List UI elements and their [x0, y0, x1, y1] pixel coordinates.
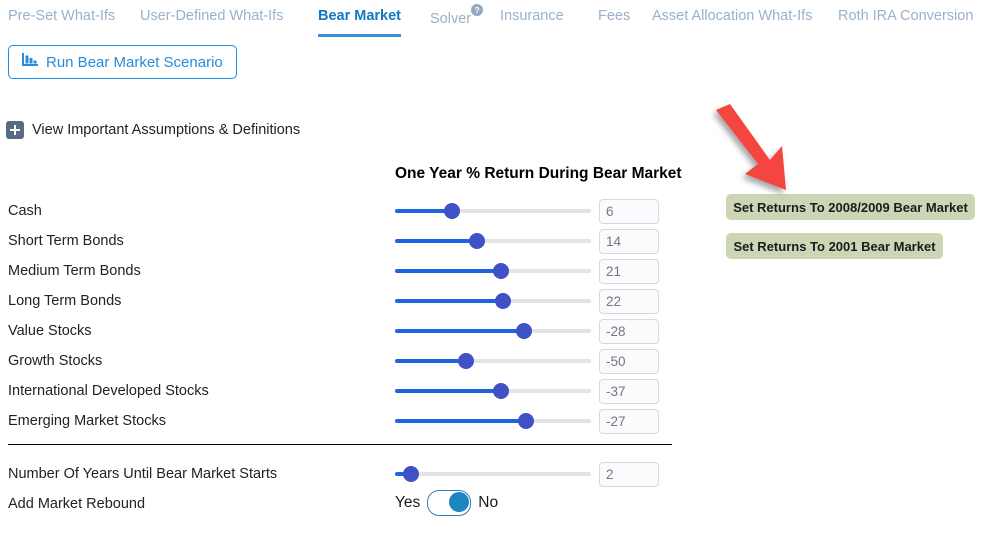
return-slider[interactable]: [395, 350, 591, 372]
add-market-rebound-label: Add Market Rebound: [8, 496, 146, 512]
years-until-bear-market-label: Number Of Years Until Bear Market Starts: [8, 466, 278, 482]
bar-chart-declining-icon: [22, 52, 39, 72]
tab-label: Roth IRA Conversion: [838, 8, 974, 24]
slider-fill: [395, 419, 527, 423]
tab-label: Solver: [430, 10, 472, 27]
section-title: One Year % Return During Bear Market: [395, 165, 682, 182]
asset-class-label: Long Term Bonds: [8, 293, 122, 309]
slider-fill: [395, 239, 478, 243]
active-tab-underline: [318, 34, 402, 37]
tab-label: Insurance: [500, 8, 564, 24]
tab-pre-set-what-ifs[interactable]: Pre-Set What-Ifs: [8, 8, 115, 31]
return-value-input[interactable]: [599, 258, 659, 284]
slider-fill: [395, 269, 501, 273]
slider-thumb[interactable]: [469, 233, 486, 249]
asset-class-label: Short Term Bonds: [8, 233, 124, 249]
return-slider[interactable]: [395, 260, 591, 282]
toggle-knob: [449, 492, 470, 512]
asset-class-label: International Developed Stocks: [8, 383, 209, 399]
help-icon[interactable]: ?: [471, 4, 484, 16]
toggle-no-label: No: [478, 494, 499, 511]
table-row: Value Stocks: [0, 316, 680, 346]
return-slider[interactable]: [395, 410, 591, 432]
slider-thumb[interactable]: [402, 466, 419, 482]
return-slider[interactable]: [395, 230, 591, 252]
table-row: International Developed Stocks: [0, 376, 680, 406]
tab-label: Bear Market: [318, 8, 402, 24]
run-bear-market-scenario-button[interactable]: Run Bear Market Scenario: [8, 45, 237, 79]
return-slider[interactable]: [395, 290, 591, 312]
add-market-rebound-toggle-group: Yes No: [395, 490, 498, 516]
return-slider[interactable]: [395, 200, 591, 222]
slider-fill: [395, 329, 525, 333]
asset-class-label: Value Stocks: [8, 323, 92, 339]
slider-fill: [395, 389, 501, 393]
tab-label: Pre-Set What-Ifs: [8, 8, 116, 24]
slider-thumb[interactable]: [457, 353, 474, 369]
slider-thumb[interactable]: [518, 413, 535, 429]
tab-fees[interactable]: Fees: [598, 8, 630, 31]
asset-class-label: Medium Term Bonds: [8, 263, 141, 279]
table-row: Growth Stocks: [0, 346, 680, 376]
tab-solver[interactable]: Solver?: [430, 4, 484, 34]
slider-thumb[interactable]: [516, 323, 533, 339]
return-value-input[interactable]: [599, 318, 659, 344]
asset-class-label: Growth Stocks: [8, 353, 103, 369]
tab-user-defined-what-ifs[interactable]: User-Defined What-Ifs: [140, 8, 283, 31]
return-value-input[interactable]: [599, 288, 659, 314]
slider-track: [395, 472, 591, 476]
red-arrow-annotation-icon: [700, 100, 810, 200]
add-market-rebound-toggle[interactable]: [427, 490, 472, 516]
return-slider[interactable]: [395, 320, 591, 342]
toggle-yes-label: Yes: [395, 494, 421, 511]
slider-thumb[interactable]: [492, 383, 509, 399]
slider-fill: [395, 359, 466, 363]
set-returns-2008-2009-button[interactable]: Set Returns To 2008/2009 Bear Market: [726, 194, 975, 220]
return-value-input[interactable]: [599, 198, 659, 224]
return-value-input[interactable]: [599, 408, 659, 434]
tab-bear-market[interactable]: Bear Market: [318, 8, 402, 37]
add-market-rebound-row: Add Market Rebound Yes No: [0, 489, 680, 519]
tab-roth-ira-conversion[interactable]: Roth IRA Conversion: [838, 8, 973, 31]
return-value-input[interactable]: [599, 348, 659, 374]
table-row: Emerging Market Stocks: [0, 406, 680, 436]
view-assumptions-expander[interactable]: View Important Assumptions & Definitions: [6, 121, 300, 139]
tab-asset-allocation-what-ifs[interactable]: Asset Allocation What-Ifs: [652, 8, 812, 31]
asset-class-label: Emerging Market Stocks: [8, 413, 166, 429]
view-assumptions-label: View Important Assumptions & Definitions: [32, 122, 301, 138]
main-tab-bar: Pre-Set What-Ifs User-Defined What-Ifs Bea…: [0, 0, 993, 37]
tab-label: Asset Allocation What-Ifs: [652, 8, 813, 24]
years-until-bear-market-input[interactable]: [599, 461, 659, 487]
slider-thumb[interactable]: [492, 263, 509, 279]
plus-icon: [6, 121, 24, 139]
asset-returns-list: Cash Short Term Bonds Medium Term Bonds Lon…: [0, 196, 680, 436]
table-row: Short Term Bonds: [0, 226, 680, 256]
years-until-bear-market-row: Number Of Years Until Bear Market Starts: [0, 459, 680, 489]
years-until-bear-market-slider[interactable]: [395, 463, 591, 485]
return-slider[interactable]: [395, 380, 591, 402]
bear-market-options: Number Of Years Until Bear Market Starts…: [0, 459, 680, 519]
tab-label: Fees: [598, 8, 631, 24]
slider-fill: [395, 299, 503, 303]
tab-label: User-Defined What-Ifs: [140, 8, 284, 24]
table-row: Long Term Bonds: [0, 286, 680, 316]
return-value-input[interactable]: [599, 378, 659, 404]
return-value-input[interactable]: [599, 228, 659, 254]
set-returns-2001-button[interactable]: Set Returns To 2001 Bear Market: [726, 233, 943, 259]
table-row: Cash: [0, 196, 680, 226]
tab-insurance[interactable]: Insurance: [500, 8, 564, 31]
slider-thumb[interactable]: [494, 293, 511, 309]
table-row: Medium Term Bonds: [0, 256, 680, 286]
run-button-label: Run Bear Market Scenario: [46, 53, 223, 71]
section-divider: [8, 444, 672, 445]
asset-class-label: Cash: [8, 203, 42, 219]
slider-thumb[interactable]: [443, 203, 460, 219]
